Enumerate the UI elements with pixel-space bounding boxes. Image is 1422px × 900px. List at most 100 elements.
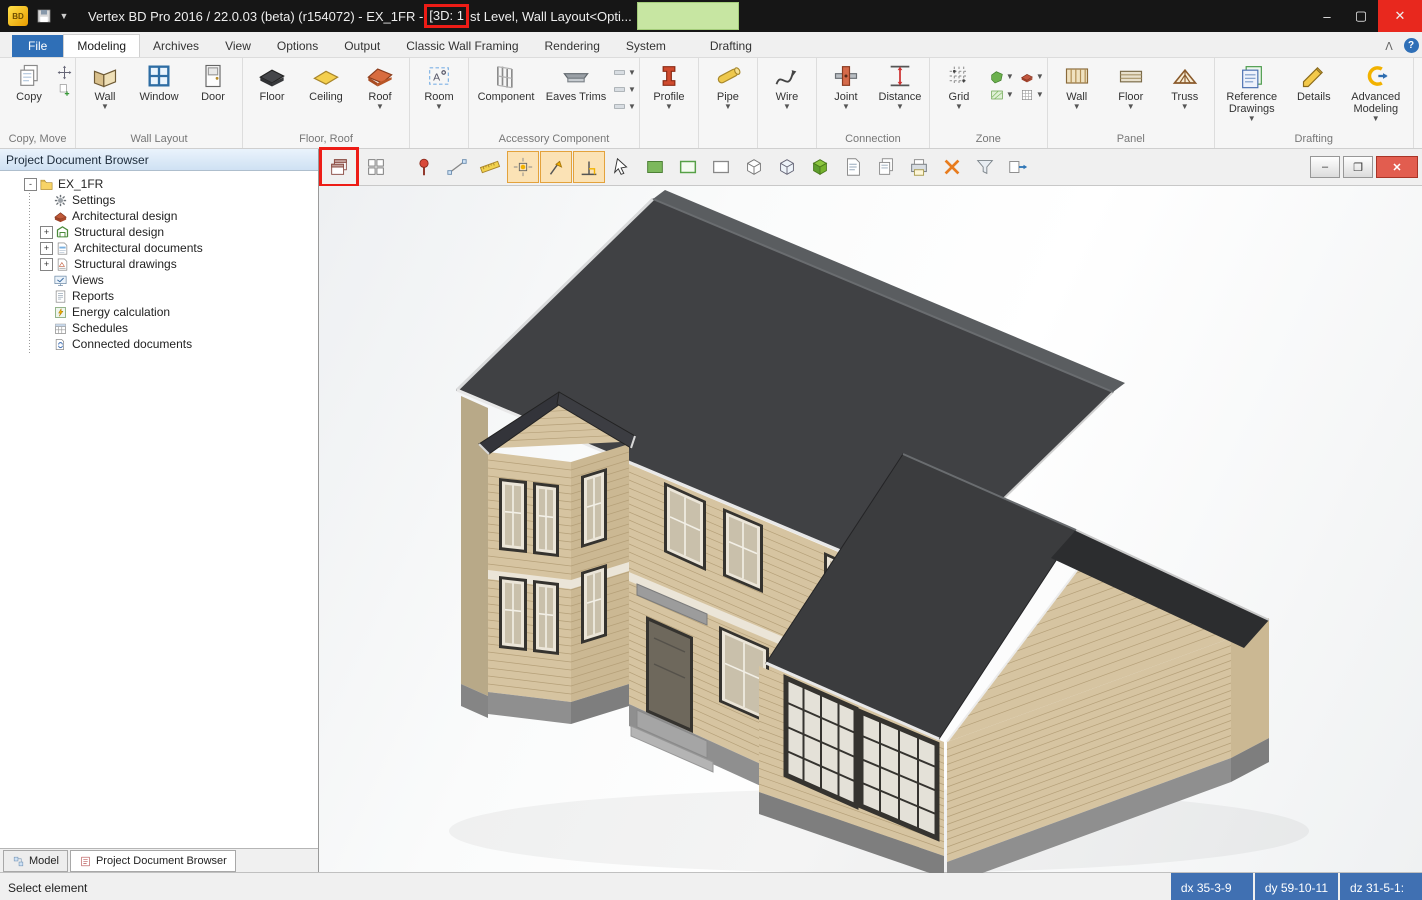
ribbon-button-copy[interactable]: Copy xyxy=(2,61,56,104)
tree-expander-icon[interactable]: - xyxy=(24,178,37,191)
tree-expander-icon[interactable]: + xyxy=(40,258,53,271)
tiny-bar-icon xyxy=(612,65,627,80)
ribbon-small-button-tiny-bar[interactable]: ▼ xyxy=(611,99,637,114)
ribbon-button-floor[interactable]: Floor xyxy=(245,61,299,104)
ribbon-button-pipe[interactable]: Pipe▼ xyxy=(701,61,755,112)
toolbar-box-3d-green-button[interactable] xyxy=(804,151,836,183)
collapse-ribbon-icon[interactable]: ᐱ xyxy=(1378,40,1400,57)
tree-item-connected-documents[interactable]: Connected documents xyxy=(0,336,318,352)
toolbar-zone-rect-outline-button[interactable] xyxy=(672,151,704,183)
tree-item-structural-drawings[interactable]: +Structural drawings xyxy=(0,256,318,272)
ribbon-button-grid[interactable]: Grid▼ xyxy=(932,61,986,112)
panel-tab-model[interactable]: Model xyxy=(3,850,68,872)
ribbon-tab-system[interactable]: System xyxy=(613,35,679,57)
toolbar-snap-direction-button[interactable] xyxy=(540,151,572,183)
ribbon-tab-classic-wall-framing[interactable]: Classic Wall Framing xyxy=(393,35,531,57)
tree-expander-icon[interactable]: + xyxy=(40,226,53,239)
toolbar-snap-node-button[interactable] xyxy=(507,151,539,183)
ribbon-small-button-zone-red[interactable]: ▼ xyxy=(1018,69,1045,85)
annotation-red-box-title: [3D: 1 xyxy=(424,4,469,28)
ribbon-button-room[interactable]: ARoom▼ xyxy=(412,61,466,112)
ribbon-group-label: Drafting xyxy=(1217,133,1411,148)
toolbar-window-tile-button[interactable] xyxy=(360,151,392,183)
ribbon-small-button-zone-green[interactable]: ▼ xyxy=(988,69,1015,85)
toolbar-plot-button[interactable] xyxy=(903,151,935,183)
snap-perp-icon xyxy=(578,156,600,178)
tree-item-ex-1fr[interactable]: -EX_1FR xyxy=(0,176,318,192)
ribbon-tab-modeling[interactable]: Modeling xyxy=(63,34,140,57)
tree-item-structural-design[interactable]: +Structural design xyxy=(0,224,318,240)
maximize-button[interactable]: ▢ xyxy=(1344,0,1378,32)
ribbon-small-button-zone-grid[interactable]: ▼ xyxy=(1018,87,1045,103)
close-button[interactable]: ✕ xyxy=(1378,0,1422,32)
toolbar-measure-ruler-button[interactable] xyxy=(474,151,506,183)
ribbon-tab-archives[interactable]: Archives xyxy=(140,35,212,57)
toolbar-spec-document-button[interactable] xyxy=(837,151,869,183)
app-logo-icon[interactable]: BD xyxy=(8,6,28,26)
ribbon-button-profile[interactable]: Profile▼ xyxy=(642,61,696,112)
tree-expander-icon[interactable]: + xyxy=(40,242,53,255)
ribbon-button-reference-drawings[interactable]: Reference Drawings▼ xyxy=(1217,61,1287,124)
ribbon-small-button-copy-plus[interactable] xyxy=(56,82,73,97)
toolbar-box-3d-2-button[interactable] xyxy=(771,151,803,183)
tree-item-schedules[interactable]: Schedules xyxy=(0,320,318,336)
ribbon-small-button-zone-fill[interactable]: ▼ xyxy=(988,87,1015,103)
ribbon-button-roof[interactable]: Roof▼ xyxy=(353,61,407,112)
ribbon-button-advanced-modeling[interactable]: Advanced Modeling▼ xyxy=(1341,61,1411,124)
ribbon-button-truss[interactable]: Truss▼ xyxy=(1158,61,1212,112)
ribbon-small-button-move[interactable] xyxy=(56,65,73,80)
toolbar-select-cursor-button[interactable] xyxy=(606,151,638,183)
toolbar-export-view-button[interactable] xyxy=(1002,151,1034,183)
ribbon-button-floor[interactable]: Floor▼ xyxy=(1104,61,1158,112)
toolbar-filter-button[interactable] xyxy=(969,151,1001,183)
ribbon-button-wall[interactable]: Wall▼ xyxy=(1050,61,1104,112)
toolbar-window-cascade-button[interactable] xyxy=(319,147,359,187)
ribbon-tab-rendering[interactable]: Rendering xyxy=(532,35,613,57)
dropdown-arrow-icon: ▼ xyxy=(1181,103,1189,111)
tree-item-energy-calculation[interactable]: Energy calculation xyxy=(0,304,318,320)
ribbon-button-wall[interactable]: Wall▼ xyxy=(78,61,132,112)
toolbar-zone-rect-outline-2-button[interactable] xyxy=(705,151,737,183)
ribbon-small-button-tiny-bar[interactable]: ▼ xyxy=(611,82,637,97)
ribbon-button-ceiling[interactable]: Ceiling xyxy=(299,61,353,104)
ribbon-button-wire[interactable]: Wire▼ xyxy=(760,61,814,112)
toolbar-delete-button[interactable] xyxy=(936,151,968,183)
ribbon-tab-drafting[interactable]: Drafting xyxy=(697,35,765,57)
ribbon-small-button-tiny-bar[interactable]: ▼ xyxy=(611,65,637,80)
panel-tab-project-document-browser[interactable]: Project Document Browser xyxy=(70,850,236,872)
document-minimize-button[interactable]: – xyxy=(1310,156,1340,178)
ribbon-button-tools[interactable]: Tools▼ xyxy=(1416,61,1422,112)
tree-item-settings[interactable]: Settings xyxy=(0,192,318,208)
save-icon[interactable] xyxy=(32,3,56,29)
ribbon-tab-view[interactable]: View xyxy=(212,35,264,57)
joint-icon xyxy=(832,62,860,90)
ribbon-button-door[interactable]: Door xyxy=(186,61,240,104)
ribbon-button-distance[interactable]: Distance▼ xyxy=(873,61,927,112)
ribbon-tab-options[interactable]: Options xyxy=(264,35,331,57)
help-icon[interactable]: ? xyxy=(1400,38,1422,57)
toolbar-zone-rect-filled-button[interactable] xyxy=(639,151,671,183)
tree-item-reports[interactable]: Reports xyxy=(0,288,318,304)
tree-item-views[interactable]: Views xyxy=(0,272,318,288)
toolbar-box-3d-button[interactable] xyxy=(738,151,770,183)
ribbon-button-component[interactable]: Component xyxy=(471,61,541,104)
tree-item-architectural-design[interactable]: Architectural design xyxy=(0,208,318,224)
document-restore-button[interactable]: ❐ xyxy=(1343,156,1373,178)
ribbon-tab-file[interactable]: File xyxy=(12,35,63,57)
ribbon-button-details[interactable]: Details xyxy=(1287,61,1341,104)
ribbon-button-joint[interactable]: Joint▼ xyxy=(819,61,873,112)
ribbon-button-window[interactable]: Window xyxy=(132,61,186,104)
3d-house-model[interactable] xyxy=(319,186,1422,873)
model-canvas[interactable] xyxy=(319,186,1422,872)
minimize-button[interactable]: – xyxy=(1310,0,1344,32)
toolbar-copy-document-button[interactable] xyxy=(870,151,902,183)
toolbar-pin-button[interactable] xyxy=(408,151,440,183)
toolbar-guideline-button[interactable] xyxy=(441,151,473,183)
ribbon-button-eaves-trims[interactable]: Eaves Trims xyxy=(541,61,611,104)
ribbon-group-drafting: Reference Drawings▼DetailsAdvanced Model… xyxy=(1215,58,1414,148)
tree-item-architectural-documents[interactable]: +Architectural documents xyxy=(0,240,318,256)
quick-access-dropdown-icon[interactable]: ▼ xyxy=(56,3,72,29)
ribbon-tab-output[interactable]: Output xyxy=(331,35,393,57)
toolbar-snap-perpendicular-button[interactable] xyxy=(573,151,605,183)
document-close-button[interactable]: ✕ xyxy=(1376,156,1418,178)
